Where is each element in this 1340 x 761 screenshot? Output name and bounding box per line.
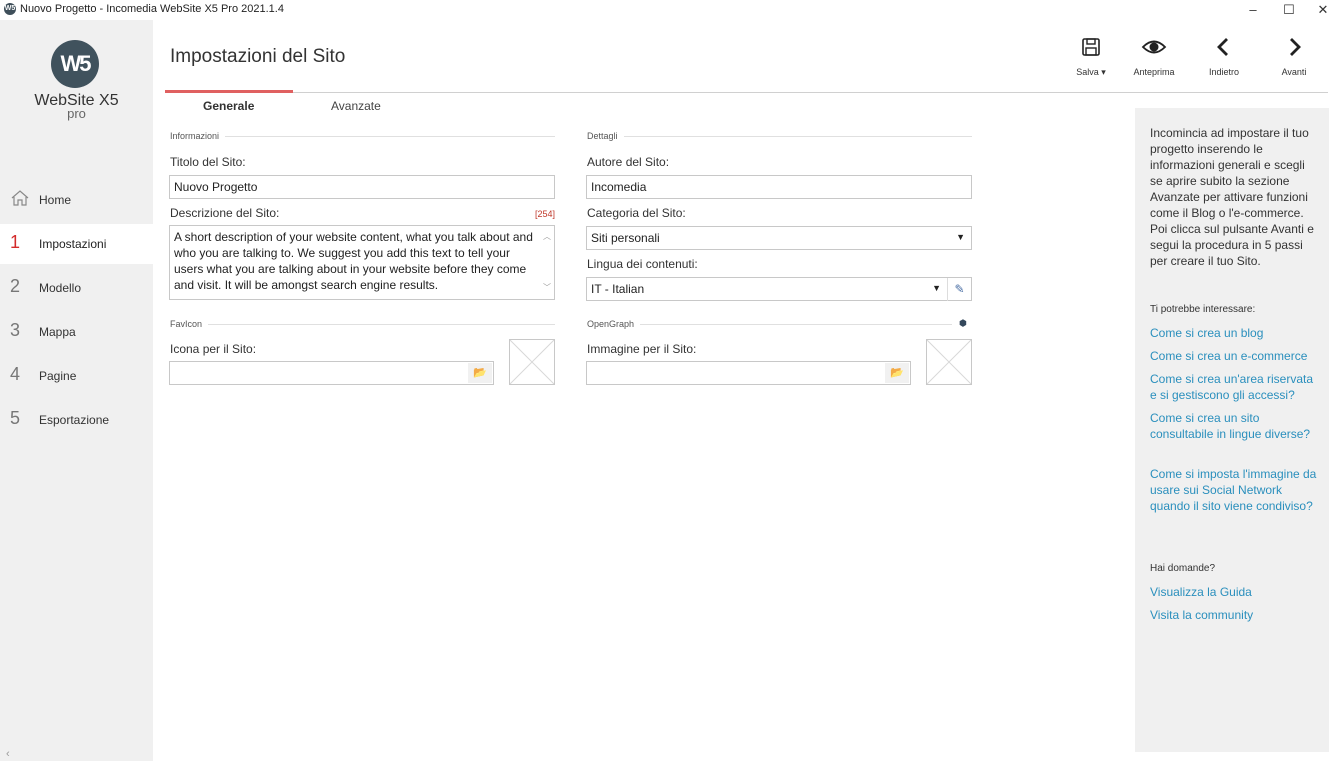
step-number: 3 (10, 320, 21, 340)
back-label: Indietro (1208, 67, 1240, 77)
sidebar-item-pagine[interactable]: 4 Pagine (0, 356, 153, 396)
language-selected-value: IT - Italian (591, 282, 645, 296)
description-textarea[interactable]: A short description of your website cont… (169, 225, 555, 300)
sidebar-item-home[interactable]: Home (0, 180, 153, 220)
category-label: Categoria del Sito: (587, 206, 686, 220)
help-link-multilanguage[interactable]: Come si crea un sito consultabile in lin… (1150, 410, 1320, 442)
section-opengraph: OpenGraph (587, 319, 641, 329)
next-label: Avanti (1281, 67, 1307, 77)
chevron-right-icon (1264, 36, 1324, 62)
step-number: 2 (10, 276, 21, 296)
sidebar-item-label: Esportazione (39, 413, 110, 427)
section-divider (587, 136, 972, 137)
collapse-sidebar-icon[interactable]: ‹ (6, 748, 10, 760)
help-interest-heading: Ti potrebbe interessare: (1150, 304, 1256, 315)
help-link-reserved-area[interactable]: Come si crea un'area riservata e si gest… (1150, 371, 1320, 403)
close-icon[interactable]: ✕ (1306, 0, 1340, 20)
sidebar-item-esportazione[interactable]: 5 Esportazione (0, 400, 153, 440)
sidebar-item-label: Home (39, 193, 72, 207)
section-divider (170, 136, 555, 137)
section-informazioni: Informazioni (170, 131, 226, 141)
save-button[interactable]: Salva ▾ (1061, 36, 1121, 84)
scroll-up-icon[interactable]: ︿ (543, 229, 551, 245)
step-number: 1 (10, 232, 21, 252)
eye-icon (1124, 36, 1184, 62)
section-favicon: FavIcon (170, 319, 209, 329)
description-text: A short description of your website cont… (174, 230, 533, 292)
og-image-path-input[interactable]: 📂 (586, 361, 911, 385)
minimize-icon[interactable]: – (1236, 0, 1270, 20)
back-button[interactable]: Indietro (1194, 36, 1254, 84)
website-x5-logo: W5 (51, 40, 99, 88)
sidebar-item-modello[interactable]: 2 Modello (0, 268, 153, 308)
tab-generale[interactable]: Generale (203, 99, 254, 113)
site-title-input[interactable]: Nuovo Progetto (169, 175, 555, 199)
help-link-guide[interactable]: Visualizza la Guida (1150, 584, 1320, 600)
language-label: Lingua dei contenuti: (587, 257, 698, 271)
header-divider (165, 92, 1328, 93)
dropdown-arrow-icon: ▼ (932, 283, 941, 293)
save-label: Salva ▾ (1076, 67, 1106, 77)
tab-avanzate[interactable]: Avanzate (331, 99, 381, 113)
author-input[interactable]: Incomedia (586, 175, 972, 199)
description-label: Descrizione del Sito: (170, 206, 280, 220)
preview-button[interactable]: Anteprima (1124, 36, 1184, 84)
page-title: Impostazioni del Sito (170, 46, 346, 67)
og-image-label: Immagine per il Sito: (587, 342, 697, 356)
og-image-preview (926, 339, 972, 385)
sidebar-item-impostazioni[interactable]: 1 Impostazioni (0, 224, 153, 264)
language-select[interactable]: IT - Italian ▼ ✎ (586, 277, 972, 301)
section-dettagli: Dettagli (587, 131, 624, 141)
folder-open-icon[interactable]: 📂 (468, 363, 492, 383)
sidebar-item-label: Pagine (39, 369, 77, 383)
app-logo-icon: W5 (4, 3, 16, 15)
author-label: Autore del Sito: (587, 155, 670, 169)
logo-subtitle: pro (67, 106, 86, 121)
site-title-label: Titolo del Sito: (170, 155, 246, 169)
sidebar-item-label: Mappa (39, 325, 76, 339)
section-divider (587, 324, 952, 325)
home-icon (10, 188, 30, 213)
dropdown-arrow-icon: ▼ (956, 232, 965, 242)
favicon-preview (509, 339, 555, 385)
favicon-label: Icona per il Sito: (170, 342, 257, 356)
edit-language-icon[interactable]: ✎ (947, 278, 971, 301)
help-panel: Incomincia ad impostare il tuo progetto … (1135, 108, 1329, 752)
next-button[interactable]: Avanti (1264, 36, 1324, 84)
category-select[interactable]: Siti personali ▼ (586, 226, 972, 250)
step-number: 5 (10, 408, 21, 428)
chevron-left-icon (1194, 36, 1254, 62)
maximize-icon[interactable]: ☐ (1272, 0, 1306, 20)
window-title: Nuovo Progetto - Incomedia WebSite X5 Pr… (20, 3, 284, 15)
sidebar-item-label: Modello (39, 281, 82, 295)
help-intro-text: Incomincia ad impostare il tuo progetto … (1150, 126, 1314, 268)
help-link-social-image[interactable]: Come si imposta l'immagine da usare sui … (1150, 466, 1320, 514)
description-char-counter: [254] (535, 209, 556, 219)
favicon-path-input[interactable]: 📂 (169, 361, 494, 385)
help-link-blog[interactable]: Come si crea un blog (1150, 325, 1320, 341)
help-questions-heading: Hai domande? (1150, 563, 1216, 574)
section-divider (170, 324, 555, 325)
sidebar-item-label: Impostazioni (39, 237, 107, 251)
title-bar: W5 Nuovo Progetto - Incomedia WebSite X5… (0, 0, 1340, 20)
scroll-down-icon[interactable]: ﹀ (543, 280, 551, 296)
preview-label: Anteprima (1133, 67, 1175, 77)
settings-bug-icon[interactable]: ⬢ (959, 318, 967, 329)
step-number: 4 (10, 364, 21, 384)
description-scrollbar[interactable]: ︿ ﹀ (540, 226, 554, 299)
folder-open-icon[interactable]: 📂 (885, 363, 909, 383)
category-selected-value: Siti personali (591, 231, 660, 245)
active-tab-indicator (165, 90, 293, 93)
help-link-community[interactable]: Visita la community (1150, 607, 1320, 623)
save-icon (1061, 36, 1121, 62)
sidebar-item-mappa[interactable]: 3 Mappa (0, 312, 153, 352)
sidebar: W5 WebSite X5 pro Home 1 Impostazioni 2 … (0, 20, 153, 761)
help-link-ecommerce[interactable]: Come si crea un e-commerce (1150, 348, 1320, 364)
